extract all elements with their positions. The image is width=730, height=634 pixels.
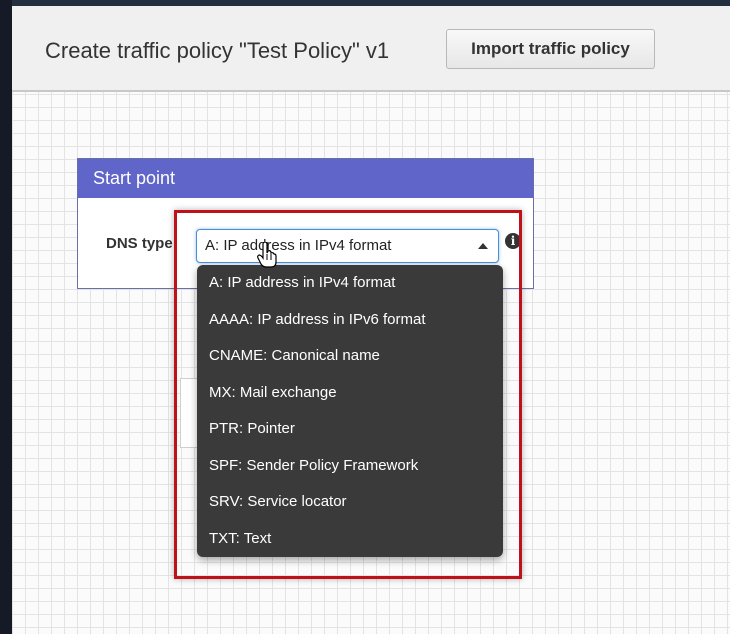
hand-cursor-icon	[257, 242, 277, 268]
page-title: Create traffic policy "Test Policy" v1	[45, 38, 390, 63]
panel-title: Start point	[78, 159, 533, 198]
page-header: Create traffic policy "Test Policy" v1 I…	[12, 0, 730, 92]
annotation-highlight-box	[174, 210, 522, 579]
import-traffic-policy-button[interactable]: Import traffic policy	[446, 29, 655, 69]
dns-type-label: DNS type	[106, 235, 173, 252]
